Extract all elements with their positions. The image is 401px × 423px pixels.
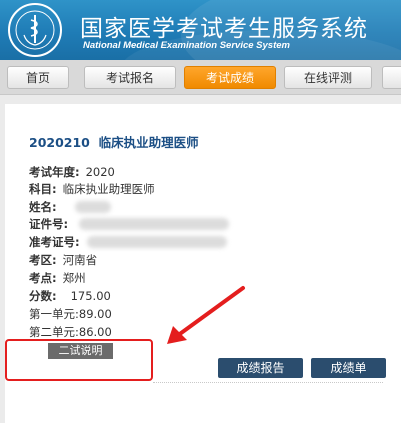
main-nav: 首页 考试报名 考试成绩 在线评测 [0, 60, 401, 95]
logo-emblem-icon [15, 10, 55, 50]
score-report-button[interactable]: 成绩报告 [218, 358, 303, 378]
site-logo[interactable] [8, 3, 62, 57]
tab-online-assessment[interactable]: 在线评测 [284, 66, 372, 89]
tab-more[interactable] [382, 66, 401, 89]
tab-home[interactable]: 首页 [7, 66, 69, 89]
system-title: 国家医学考试考生服务系统 [80, 16, 368, 42]
system-subtitle: National Medical Examination Service Sys… [83, 40, 290, 51]
tab-registration[interactable]: 考试报名 [84, 66, 176, 89]
tab-exam-results[interactable]: 考试成绩 [184, 66, 276, 89]
site-header: 国家医学考试考生服务系统 National Medical Examinatio… [0, 0, 401, 60]
score-sheet-button[interactable]: 成绩单 [311, 358, 386, 378]
divider [153, 382, 383, 383]
result-panel: 2020210 临床执业助理医师 考试年度: 2020 科目: 临床执业助理医师 姓… [5, 104, 401, 423]
